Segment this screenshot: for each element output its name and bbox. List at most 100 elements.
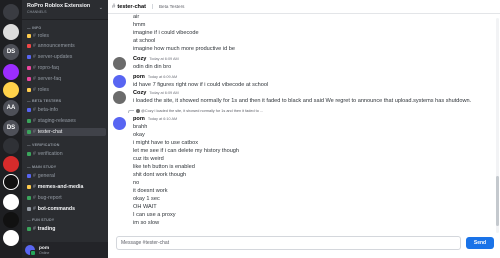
- message-input[interactable]: Message #tester-chat: [116, 236, 461, 250]
- channel-general[interactable]: # general: [24, 172, 106, 180]
- robot-icon: [27, 207, 31, 211]
- channel-staging-releases[interactable]: # staging-releases: [24, 117, 106, 125]
- server-icon-ds2[interactable]: DS: [3, 120, 19, 136]
- avatar: [136, 109, 140, 113]
- reply-icon: [128, 109, 134, 113]
- channel-header: # tester-chat Beta Testers: [108, 0, 500, 14]
- guild-name: RoPro Roblox Extension: [27, 3, 91, 9]
- hash-icon: #: [33, 226, 36, 232]
- server-icon-ds[interactable]: DS: [3, 44, 19, 60]
- hash-icon: #: [33, 43, 36, 49]
- send-button[interactable]: Send: [466, 237, 494, 249]
- message-line: like teh button is enabled: [133, 164, 195, 170]
- channel-tester-chat[interactable]: # tester-chat: [24, 128, 106, 136]
- channel-server-faq[interactable]: # server-faq: [24, 75, 106, 83]
- chat-main: # tester-chat Beta Testers air hmm imagi…: [108, 0, 500, 258]
- scrollbar-thumb[interactable]: [496, 176, 499, 226]
- trade-icon: [27, 227, 31, 231]
- avatar[interactable]: [113, 57, 126, 70]
- avatar[interactable]: [113, 91, 126, 104]
- chat-icon: [27, 174, 31, 178]
- avatar[interactable]: [113, 117, 126, 130]
- user-status: Online: [39, 250, 50, 255]
- message-line: odin din din bro: [133, 64, 172, 70]
- hash-icon: #: [112, 3, 116, 10]
- hash-icon: #: [33, 107, 36, 113]
- user-panel[interactable]: pom Online: [22, 242, 108, 258]
- server-icon-11[interactable]: [3, 194, 19, 210]
- channel-roles[interactable]: # roles: [24, 32, 106, 40]
- channel-roles-2[interactable]: # roles: [24, 86, 106, 94]
- channel-ropro-faq[interactable]: # ropro-faq: [24, 64, 106, 72]
- message-line: air: [133, 14, 140, 20]
- category-info[interactable]: — INFO: [27, 26, 41, 30]
- message-line: let me see if i can delete my history th…: [133, 148, 240, 154]
- reply-preview[interactable]: @Cozy i loaded the site, it showed norma…: [128, 109, 263, 113]
- category-fun-study[interactable]: — FUN STUDY: [27, 218, 54, 222]
- channel-bot-commands[interactable]: # bot-commands: [24, 205, 106, 213]
- chat-icon: [27, 130, 31, 134]
- category-main-study[interactable]: — MAIN STUDY: [27, 165, 56, 169]
- server-icon-9[interactable]: [3, 156, 19, 172]
- message-line: id have 7 figures right now if i could v…: [133, 82, 269, 88]
- hash-icon: #: [33, 76, 36, 82]
- channel-verification[interactable]: # verification: [24, 150, 106, 158]
- hash-icon: #: [33, 118, 36, 124]
- message-line: im so slow: [133, 220, 160, 226]
- message-line: hmm: [133, 22, 146, 28]
- emoji-icon: [27, 34, 31, 38]
- message-line: OH WAIT: [133, 204, 157, 210]
- hash-icon: #: [33, 151, 36, 157]
- question-icon: [27, 66, 31, 70]
- channel-beta-info[interactable]: # beta-info: [24, 106, 106, 114]
- hash-icon: #: [33, 87, 36, 93]
- hash-icon: #: [33, 173, 36, 179]
- update-icon: [27, 55, 31, 59]
- image-icon: [27, 185, 31, 189]
- chevron-down-icon[interactable]: ⌄: [99, 5, 103, 11]
- guild-subtitle: CHANNELS: [27, 10, 47, 14]
- channel-title: tester-chat: [117, 3, 146, 10]
- guild-header[interactable]: RoPro Roblox Extension CHANNELS ⌄: [22, 0, 108, 20]
- channel-sidebar: RoPro Roblox Extension CHANNELS ⌄ — INFO…: [22, 0, 108, 258]
- channel-server-updates[interactable]: # server-updates: [24, 53, 106, 61]
- message-line: imagine if i could vibecode: [133, 30, 199, 36]
- message-line: i loaded the site, it showed normally fo…: [133, 98, 472, 104]
- server-icon-aa[interactable]: AA: [3, 100, 19, 116]
- channel-announcements[interactable]: # announcements: [24, 42, 106, 50]
- channel-memes-and-media[interactable]: # memes-and-media: [24, 183, 106, 191]
- server-icon-13[interactable]: [3, 230, 19, 246]
- info-icon: [27, 108, 31, 112]
- emoji-icon: [27, 88, 31, 92]
- message-line: no: [133, 180, 140, 186]
- server-icon-8[interactable]: [3, 138, 19, 154]
- category-beta-testers[interactable]: — BETA TESTERS: [27, 99, 61, 103]
- hash-icon: #: [33, 65, 36, 71]
- server-icon-5[interactable]: [3, 82, 19, 98]
- server-icon-2[interactable]: [3, 24, 19, 40]
- message-author[interactable]: pom Today at 6:09 AM: [133, 74, 177, 80]
- server-icon-r[interactable]: [3, 174, 19, 190]
- channel-trading[interactable]: # trading: [24, 225, 106, 233]
- message-list: air hmm imagine if i could vibecode at s…: [108, 14, 500, 236]
- message-line: at school: [133, 38, 156, 44]
- server-icon-12[interactable]: [3, 212, 19, 228]
- message-author[interactable]: Cozy Today at 6:09 AM: [133, 90, 179, 96]
- channel-bug-report[interactable]: # bug-report: [24, 194, 106, 202]
- hash-icon: #: [33, 33, 36, 39]
- question-icon: [27, 77, 31, 81]
- server-icon-1[interactable]: [3, 4, 19, 20]
- message-author[interactable]: Cozy Today at 6:09 AM: [133, 56, 179, 62]
- channel-topic: Beta Testers: [151, 4, 184, 9]
- category-verification[interactable]: — VERIFICATION: [27, 143, 60, 147]
- hash-icon: #: [33, 54, 36, 60]
- message-line: brahh: [133, 124, 148, 130]
- bug-icon: [27, 196, 31, 200]
- message-line: shit dont work though: [133, 172, 187, 178]
- server-icon-s[interactable]: [3, 64, 19, 80]
- avatar[interactable]: [113, 75, 126, 88]
- hash-icon: #: [33, 129, 36, 135]
- package-icon: [27, 119, 31, 123]
- message-author[interactable]: pom Today at 6:10 AM: [133, 116, 177, 122]
- avatar[interactable]: [25, 245, 36, 256]
